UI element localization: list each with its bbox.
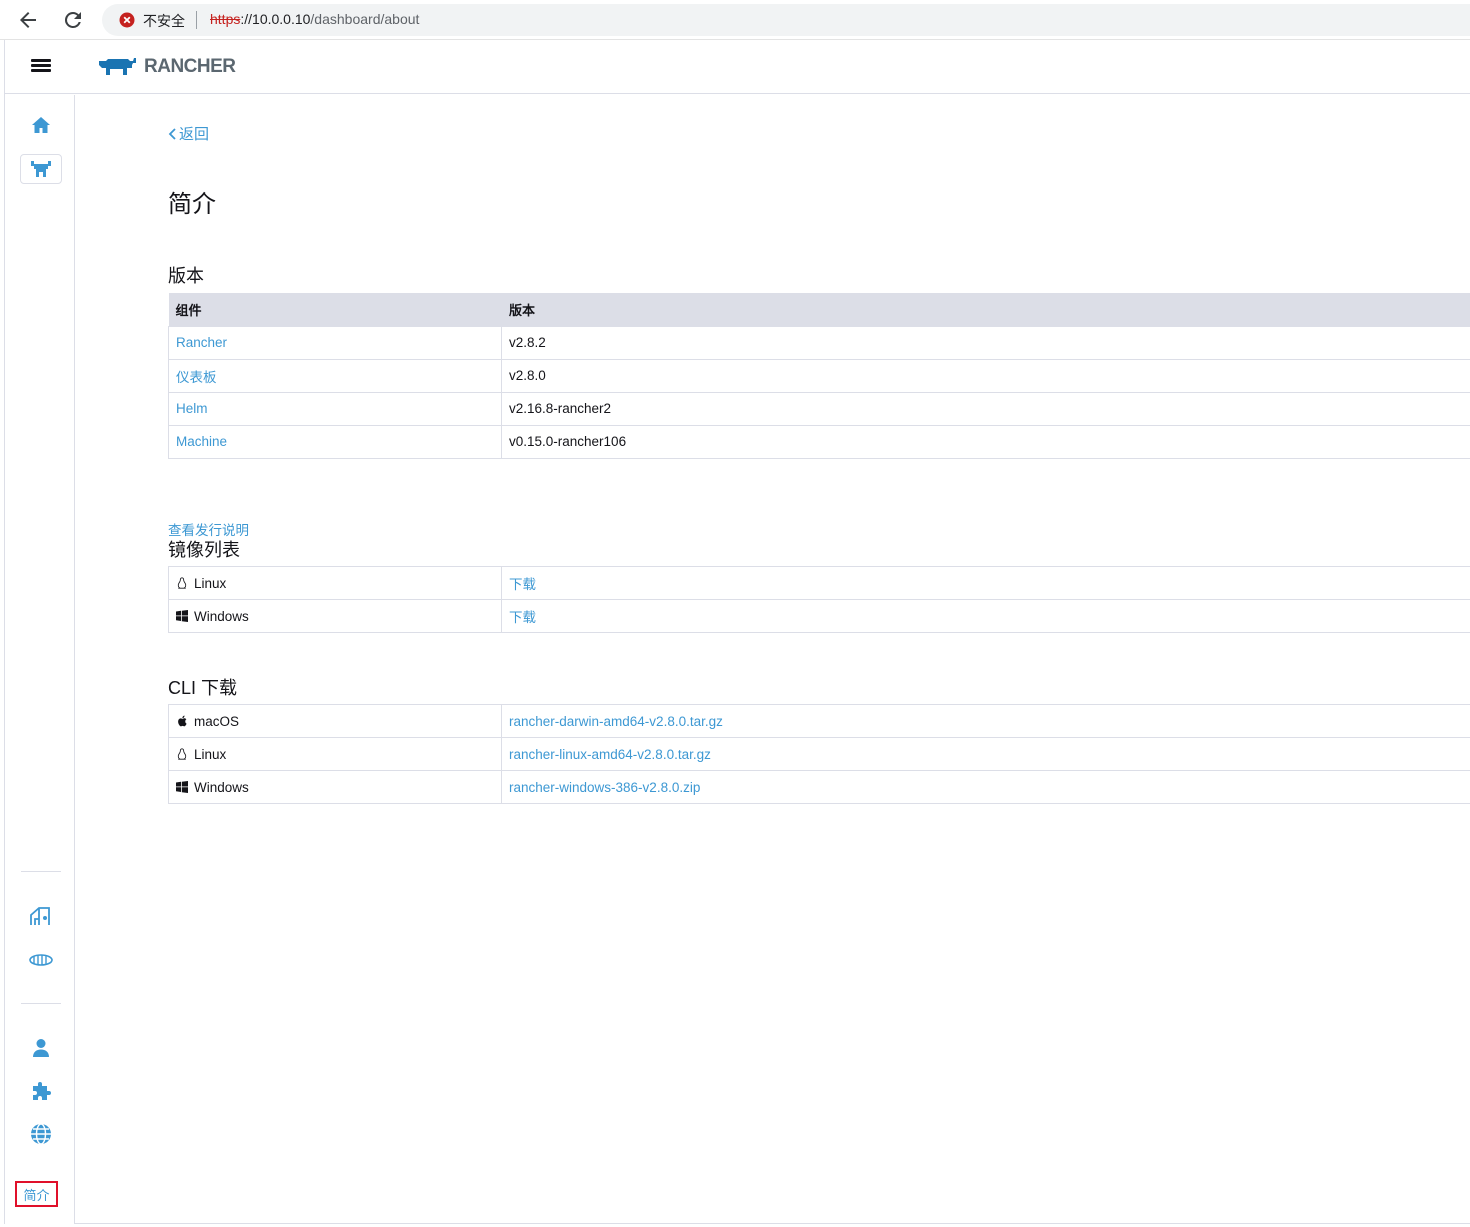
- cli-download-link-macos[interactable]: rancher-darwin-amd64-v2.8.0.tar.gz: [509, 714, 723, 729]
- back-arrow-icon[interactable]: [16, 8, 40, 32]
- component-link-machine[interactable]: Machine: [176, 434, 227, 449]
- version-header: 版本: [501, 293, 1470, 326]
- reload-icon[interactable]: [61, 8, 85, 32]
- brand-name: RANCHER: [144, 56, 236, 77]
- back-label: 返回: [179, 126, 210, 143]
- windows-icon: [176, 781, 188, 793]
- about-link[interactable]: 简介: [15, 1181, 58, 1207]
- table-row: 仪表板 v2.8.0: [168, 358, 1470, 392]
- top-header: RANCHER: [5, 40, 1470, 94]
- fleet-icon[interactable]: [20, 901, 62, 931]
- cli-title: CLI 下载: [168, 678, 238, 698]
- os-name: Windows: [194, 779, 249, 795]
- url-scheme: https: [210, 11, 241, 27]
- table-row: Linux 下载: [168, 566, 1470, 600]
- nav-divider: [21, 1003, 61, 1004]
- side-navigation: 简介: [5, 95, 75, 1224]
- table-row: Helm v2.16.8-rancher2: [168, 391, 1470, 425]
- elemental-icon[interactable]: [20, 945, 62, 975]
- home-icon[interactable]: [20, 110, 62, 140]
- component-header: 组件: [168, 293, 502, 326]
- user-icon[interactable]: [20, 1033, 62, 1063]
- component-link-dashboard[interactable]: 仪表板: [176, 370, 217, 385]
- url-host: ://10.0.0.10: [240, 11, 311, 27]
- os-name: Linux: [194, 746, 227, 762]
- linux-icon: [177, 748, 187, 760]
- version-cell: v2.16.8-rancher2: [501, 391, 1470, 425]
- hamburger-menu-icon[interactable]: [29, 57, 53, 77]
- extensions-icon[interactable]: [20, 1076, 62, 1106]
- download-link-windows-images[interactable]: 下载: [509, 610, 536, 625]
- version-cell: v2.8.2: [501, 325, 1470, 359]
- table-header-row: 组件 版本: [168, 293, 1470, 326]
- linux-icon: [177, 577, 187, 589]
- globe-icon[interactable]: [20, 1119, 62, 1149]
- chevron-left-icon: [168, 127, 176, 140]
- cluster-icon[interactable]: [20, 154, 62, 184]
- page-title: 简介: [168, 191, 216, 218]
- cli-table: macOS rancher-darwin-amd64-v2.8.0.tar.gz…: [168, 704, 1470, 804]
- not-secure-icon[interactable]: [119, 12, 135, 28]
- table-row: Windows 下载: [168, 599, 1470, 633]
- table-row: Linux rancher-linux-amd64-v2.8.0.tar.gz: [168, 737, 1470, 771]
- versions-table: 组件 版本 Rancher v2.8.2 仪表板 v2.8.0 Helm v2.…: [168, 293, 1470, 459]
- os-name: Windows: [194, 608, 249, 624]
- apple-icon: [178, 715, 187, 727]
- component-link-helm[interactable]: Helm: [176, 401, 208, 416]
- cli-download-link-linux[interactable]: rancher-linux-amd64-v2.8.0.tar.gz: [509, 747, 711, 762]
- component-link-rancher[interactable]: Rancher: [176, 335, 227, 350]
- version-cell: v0.15.0-rancher106: [501, 424, 1470, 459]
- url-path: /dashboard/about: [310, 11, 420, 27]
- os-name: Linux: [194, 575, 227, 591]
- versions-title: 版本: [168, 266, 204, 286]
- table-row: Machine v0.15.0-rancher106: [168, 424, 1470, 459]
- os-name: macOS: [194, 713, 240, 729]
- rancher-logo[interactable]: RANCHER: [96, 54, 236, 80]
- rancher-bull-icon: [98, 58, 136, 75]
- table-row: Windows rancher-windows-386-v2.8.0.zip: [168, 770, 1470, 804]
- table-row: macOS rancher-darwin-amd64-v2.8.0.tar.gz: [168, 704, 1470, 738]
- images-title: 镜像列表: [168, 540, 240, 560]
- address-divider: [196, 11, 197, 29]
- address-bar[interactable]: 不安全 https://10.0.0.10/dashboard/about: [102, 4, 1470, 36]
- url-text[interactable]: https://10.0.0.10/dashboard/about: [210, 11, 419, 27]
- back-link[interactable]: 返回: [168, 123, 209, 144]
- download-link-linux-images[interactable]: 下载: [509, 577, 536, 592]
- security-label[interactable]: 不安全: [143, 11, 185, 31]
- rancher-app: RANCHER 简介 返回 简介 版本 组件 版本 Rancher v2.8.2…: [4, 40, 1470, 1224]
- version-cell: v2.8.0: [501, 358, 1470, 392]
- nav-divider: [21, 871, 61, 872]
- images-table: Linux 下载 Windows 下载: [168, 566, 1470, 633]
- windows-icon: [176, 610, 188, 622]
- cli-download-link-windows[interactable]: rancher-windows-386-v2.8.0.zip: [509, 780, 700, 795]
- browser-toolbar: 不安全 https://10.0.0.10/dashboard/about: [0, 0, 1470, 40]
- table-row: Rancher v2.8.2: [168, 325, 1470, 359]
